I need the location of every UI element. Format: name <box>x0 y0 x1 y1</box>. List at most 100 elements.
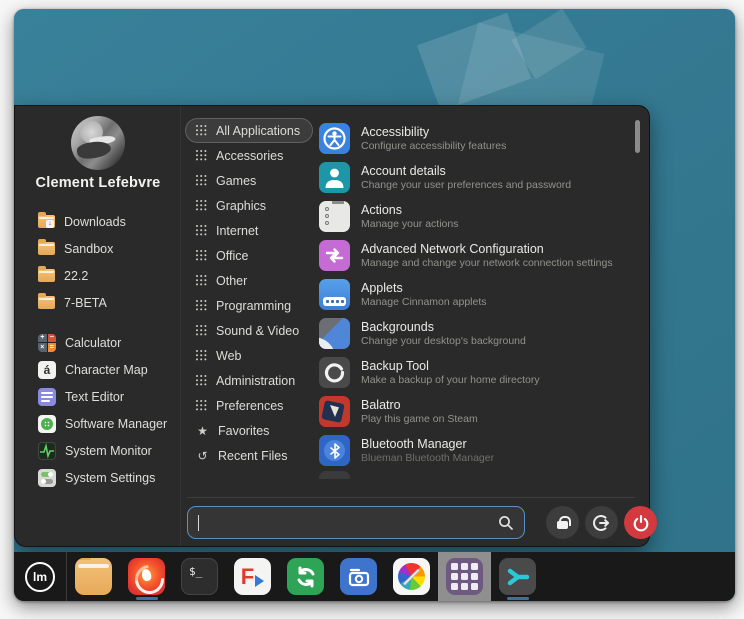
launcher-screenshot[interactable] <box>332 552 385 601</box>
folder-icon <box>38 242 55 255</box>
app-item-account-details[interactable]: Account details Change your user prefere… <box>315 158 637 197</box>
category-label: Other <box>216 274 247 288</box>
app-item-backup-tool[interactable]: Backup Tool Make a backup of your home d… <box>315 353 637 392</box>
sidebar-item-label: 22.2 <box>64 269 88 283</box>
category-list: All Applications Accessories Games Graph… <box>185 118 313 468</box>
category-item-all-applications[interactable]: All Applications <box>185 118 313 143</box>
text-caret <box>198 515 199 531</box>
app-grid-icon <box>446 558 483 595</box>
search-bar[interactable] <box>187 506 525 539</box>
app-item-actions[interactable]: Actions Manage your actions <box>315 197 637 236</box>
sidebar-item-label: Software Manager <box>65 417 167 431</box>
launcher-firefox[interactable] <box>120 552 173 601</box>
lock-button[interactable] <box>546 506 579 539</box>
menu-button[interactable]: lm <box>14 552 66 601</box>
update-manager-icon <box>287 558 324 595</box>
sidebar-item-software-manager[interactable]: Software Manager <box>15 410 181 437</box>
category-label: Games <box>216 174 256 188</box>
app-list-scrollbar[interactable] <box>635 120 640 153</box>
category-item-favorites[interactable]: ★ Favorites <box>185 418 313 443</box>
category-item-graphics[interactable]: Graphics <box>185 193 313 218</box>
sidebar-item-sandbox[interactable]: Sandbox <box>15 235 181 262</box>
category-label: Favorites <box>218 424 269 438</box>
sidebar-item-downloads[interactable]: ↓ Downloads <box>15 208 181 235</box>
launcher-warpinator[interactable] <box>491 552 544 601</box>
file-manager-icon <box>75 558 112 595</box>
category-label: Recent Files <box>218 449 287 463</box>
launcher-update-manager[interactable] <box>279 552 332 601</box>
category-item-sound-video[interactable]: Sound & Video <box>185 318 313 343</box>
app-description: Manage your actions <box>361 218 458 231</box>
app-description: Change your user preferences and passwor… <box>361 179 571 192</box>
category-item-administration[interactable]: Administration <box>185 368 313 393</box>
grid-icon <box>196 400 207 411</box>
launcher-software-store[interactable]: F <box>226 552 279 601</box>
launcher-drawing[interactable] <box>385 552 438 601</box>
text-editor-icon <box>38 388 56 406</box>
sidebar-item-label: Character Map <box>65 363 148 377</box>
logout-icon <box>593 514 611 532</box>
launcher-files[interactable] <box>67 552 120 601</box>
sidebar-item-system-monitor[interactable]: System Monitor <box>15 437 181 464</box>
app-item-balatro[interactable]: Balatro Play this game on Steam <box>315 392 637 431</box>
menu-separator <box>187 497 635 498</box>
grid-icon <box>196 275 207 286</box>
applets-icon <box>319 279 350 310</box>
launcher-terminal[interactable]: $_ <box>173 552 226 601</box>
backup-icon <box>319 357 350 388</box>
power-button[interactable] <box>624 506 657 539</box>
app-name: Balatro <box>361 398 478 413</box>
cinnamon-menu: Clement Lefebvre ↓ Downloads Sandbox 22.… <box>14 105 650 547</box>
app-item-advanced-network-configuration[interactable]: Advanced Network Configuration Manage an… <box>315 236 637 275</box>
software-store-icon: F <box>234 558 271 595</box>
system-monitor-icon <box>38 442 56 460</box>
folder-icon <box>38 269 55 282</box>
app-name: Backup Tool <box>361 359 540 374</box>
sidebar-item-22-2[interactable]: 22.2 <box>15 262 181 289</box>
category-label: Office <box>216 249 248 263</box>
category-item-accessories[interactable]: Accessories <box>185 143 313 168</box>
grid-icon <box>196 250 207 261</box>
category-item-preferences[interactable]: Preferences <box>185 393 313 418</box>
category-item-office[interactable]: Office <box>185 243 313 268</box>
launcher-app-grid[interactable] <box>438 552 491 601</box>
app-name: Account details <box>361 164 571 179</box>
category-item-internet[interactable]: Internet <box>185 218 313 243</box>
bluetooth-icon <box>319 435 350 466</box>
category-item-programming[interactable]: Programming <box>185 293 313 318</box>
app-item-applets[interactable]: Applets Manage Cinnamon applets <box>315 275 637 314</box>
sidebar-item-calculator[interactable]: +−×= Calculator <box>15 329 181 356</box>
sidebar-item-character-map[interactable]: á Character Map <box>15 356 181 383</box>
category-label: Accessories <box>216 149 283 163</box>
taskbar-panel: lm $_ F <box>14 552 735 601</box>
system-settings-icon <box>38 469 56 487</box>
lock-icon <box>557 521 568 529</box>
app-name: Advanced Network Configuration <box>361 242 613 257</box>
app-description: Manage Cinnamon applets <box>361 296 487 309</box>
logout-button[interactable] <box>585 506 618 539</box>
category-item-web[interactable]: Web <box>185 343 313 368</box>
app-item-accessibility[interactable]: Accessibility Configure accessibility fe… <box>315 119 637 158</box>
sidebar-item-7-beta[interactable]: 7-BETA <box>15 289 181 316</box>
backgrounds-icon <box>319 318 350 349</box>
grid-icon <box>196 300 207 311</box>
app-description: Manage and change your network connectio… <box>361 257 613 270</box>
category-label: Programming <box>216 299 291 313</box>
application-list: Accessibility Configure accessibility fe… <box>315 119 637 470</box>
search-input[interactable] <box>201 515 498 530</box>
category-item-games[interactable]: Games <box>185 168 313 193</box>
app-item-backgrounds[interactable]: Backgrounds Change your desktop's backgr… <box>315 314 637 353</box>
category-item-other[interactable]: Other <box>185 268 313 293</box>
app-item-bluetooth-manager[interactable]: Bluetooth Manager Blueman Bluetooth Mana… <box>315 431 637 470</box>
user-avatar[interactable] <box>71 116 125 170</box>
calculator-icon: +−×= <box>38 334 56 352</box>
sidebar-item-system-settings[interactable]: System Settings <box>15 464 181 491</box>
sidebar-item-label: Calculator <box>65 336 121 350</box>
category-item-recent-files[interactable]: ↺ Recent Files <box>185 443 313 468</box>
app-description: Blueman Bluetooth Manager <box>361 452 494 465</box>
grid-icon <box>196 375 207 386</box>
sidebar-item-label: 7-BETA <box>64 296 107 310</box>
sidebar-item-text-editor[interactable]: Text Editor <box>15 383 181 410</box>
app-name: Bluetooth Manager <box>361 437 494 452</box>
actions-icon <box>319 201 350 232</box>
